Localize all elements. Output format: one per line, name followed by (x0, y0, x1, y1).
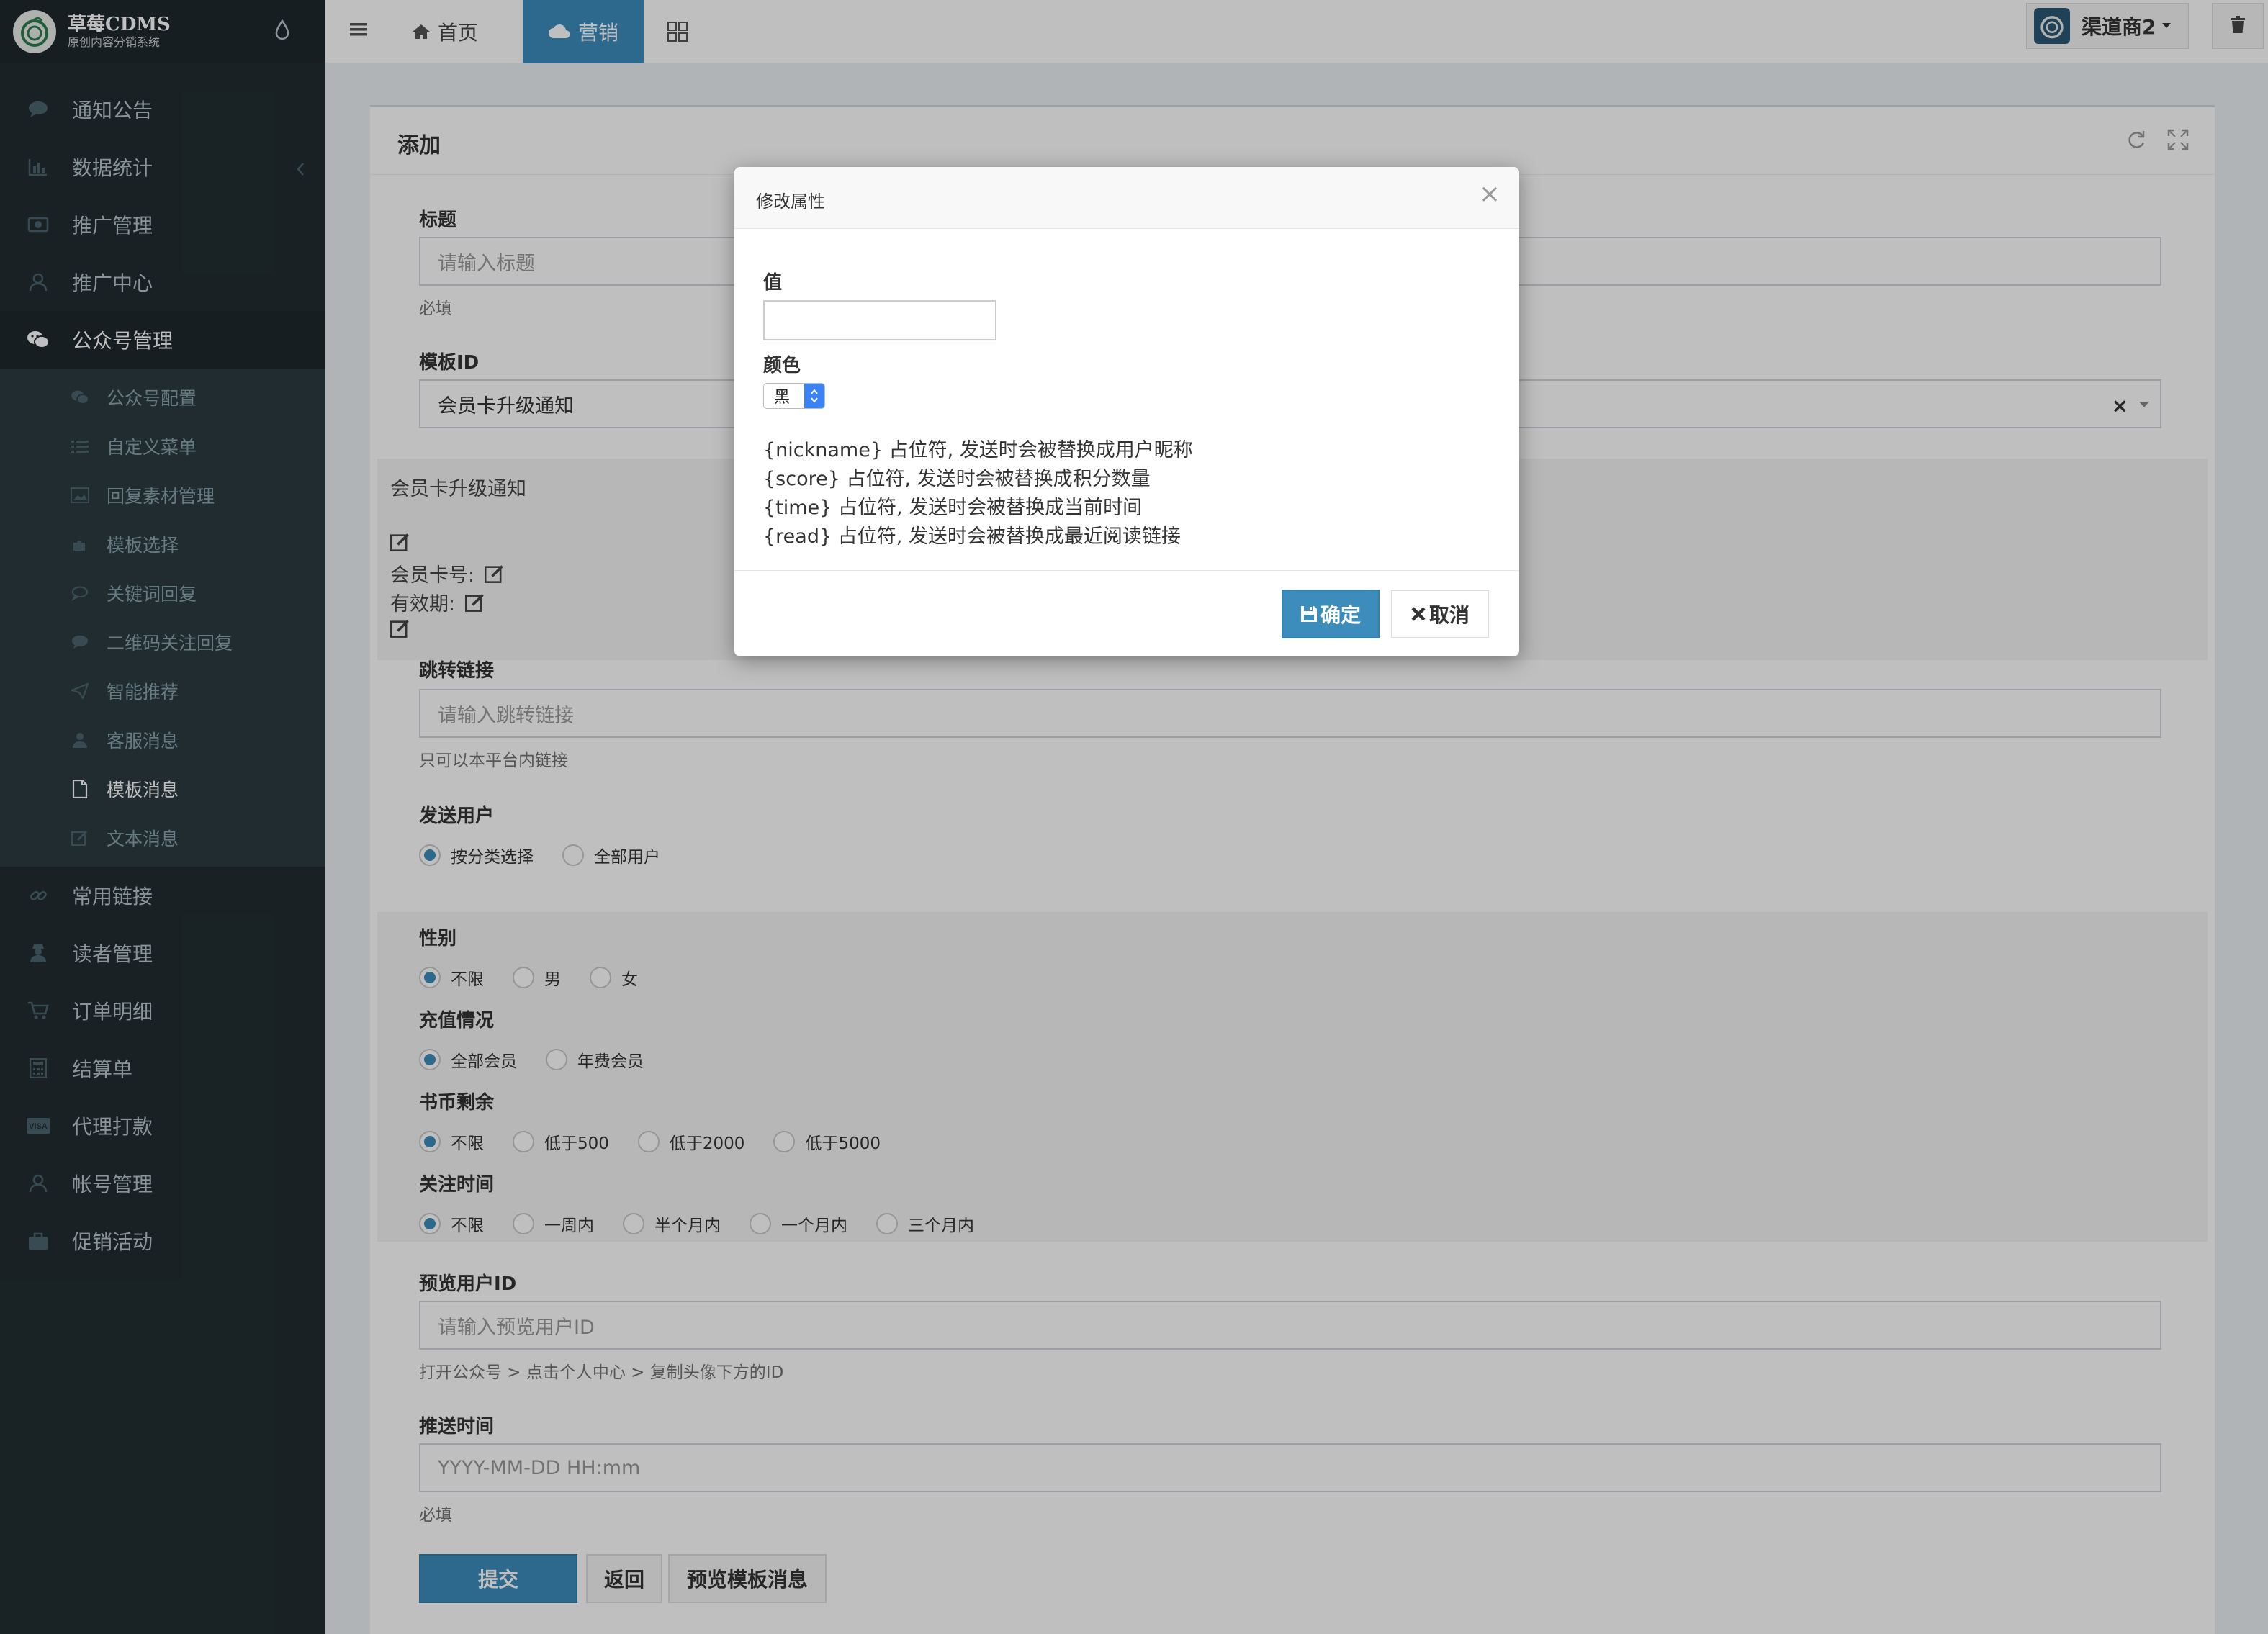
edit-attribute-modal: 修改属性 × 值 颜色 黑 {nickname} 占位符, 发送时会被替换成用户… (734, 167, 1519, 656)
color-select-value: 黑 (774, 389, 791, 407)
tip-nickname: {nickname} 占位符, 发送时会被替换成用户昵称 (763, 439, 1193, 461)
color-select[interactable]: 黑 (763, 383, 825, 409)
confirm-button-label: 确定 (1320, 603, 1361, 627)
modal-footer: 确定 取消 (734, 570, 1519, 656)
cancel-button[interactable]: 取消 (1391, 590, 1489, 638)
color-label: 颜色 (763, 355, 801, 376)
cancel-button-label: 取消 (1428, 603, 1470, 627)
save-icon (1300, 605, 1318, 623)
times-icon (1410, 606, 1426, 622)
placeholder-tips: {nickname} 占位符, 发送时会被替换成用户昵称 {score} 占位符… (763, 436, 1490, 551)
confirm-button[interactable]: 确定 (1282, 590, 1380, 638)
modal-header: 修改属性 × (734, 167, 1519, 229)
value-label: 值 (763, 272, 783, 294)
tip-score: {score} 占位符, 发送时会被替换成积分数量 (763, 468, 1151, 490)
tip-read: {read} 占位符, 发送时会被替换成最近阅读链接 (763, 525, 1181, 548)
modal-title: 修改属性 (756, 191, 825, 212)
value-input[interactable] (763, 300, 996, 340)
close-icon[interactable]: × (1479, 180, 1500, 209)
select-arrows-icon (804, 384, 824, 408)
tip-time: {time} 占位符, 发送时会被替换成当前时间 (763, 497, 1143, 519)
modal-body: 值 颜色 黑 {nickname} 占位符, 发送时会被替换成用户昵称 {sco… (763, 268, 1490, 551)
